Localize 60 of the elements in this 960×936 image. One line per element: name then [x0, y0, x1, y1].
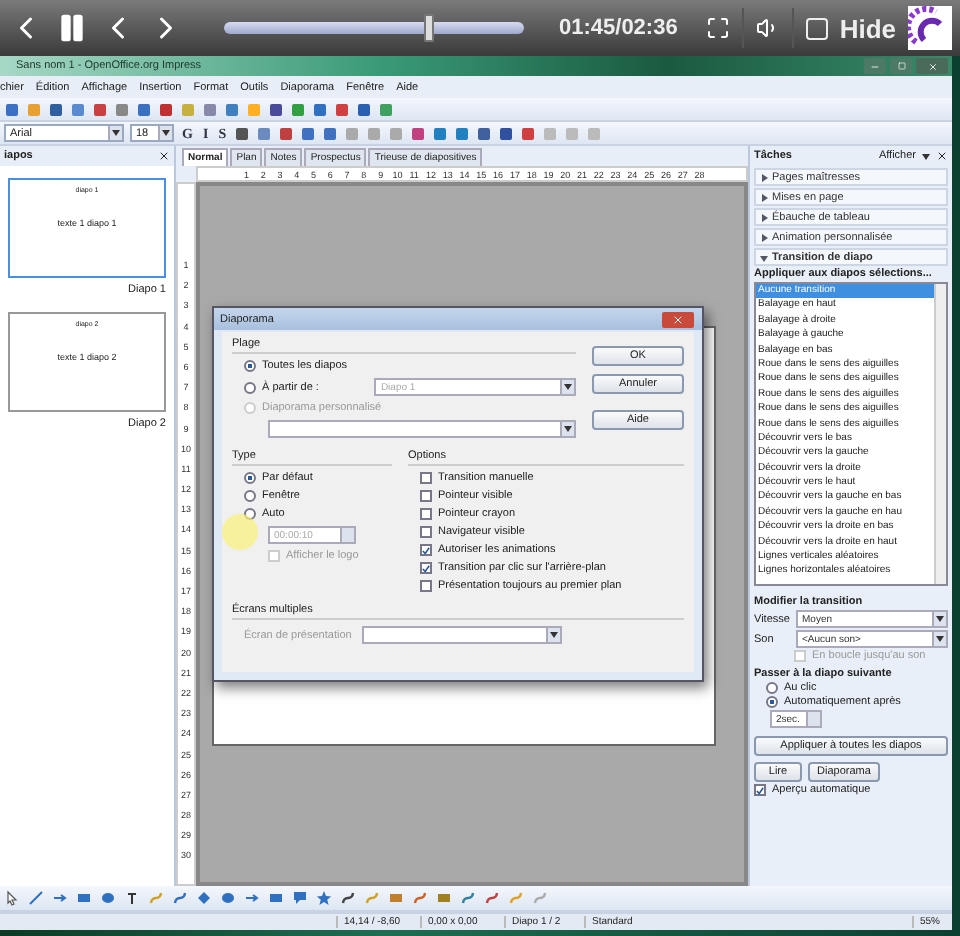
radio-button[interactable]: [766, 682, 778, 694]
presentation-screen-field[interactable]: [362, 626, 562, 644]
close-button[interactable]: [662, 311, 694, 327]
custom-slideshow-field[interactable]: [268, 420, 576, 438]
radio-button[interactable]: [244, 472, 256, 484]
volume-button[interactable]: [755, 16, 780, 40]
arrow-tool-icon[interactable]: [52, 890, 68, 906]
fullscreen-button[interactable]: [705, 16, 730, 40]
volume-icon: [755, 16, 780, 40]
rect-tool-icon[interactable]: [76, 890, 92, 906]
caret-icon: [550, 632, 558, 638]
checkbox[interactable]: [754, 784, 766, 796]
select-tool-icon[interactable]: [4, 890, 20, 906]
close-icon: [672, 313, 684, 325]
caret-icon: [922, 153, 930, 159]
circle-tool-icon[interactable]: [220, 890, 236, 906]
close-icon[interactable]: [158, 150, 170, 162]
checkbox[interactable]: [420, 472, 432, 484]
line-tool-icon[interactable]: [28, 890, 44, 906]
checkbox[interactable]: [420, 526, 432, 538]
triangle-icon: [760, 213, 768, 221]
radio-button[interactable]: [244, 381, 256, 393]
radio-button[interactable]: [766, 696, 778, 708]
caret-icon: [564, 426, 572, 432]
triangle-icon: [760, 253, 768, 261]
checkbox[interactable]: [420, 490, 432, 502]
diamond-tool-icon[interactable]: [196, 890, 212, 906]
star-tool-icon[interactable]: [316, 890, 332, 906]
cursor-highlight: [222, 514, 258, 550]
radio-button[interactable]: [244, 490, 256, 502]
checkbox[interactable]: [420, 508, 432, 520]
close-button[interactable]: [916, 58, 948, 74]
text-tool-icon[interactable]: [124, 890, 140, 906]
caret-icon: [112, 130, 120, 136]
triangle-icon: [760, 193, 768, 201]
progress-thumb[interactable]: [423, 14, 434, 42]
logo-icon: [908, 6, 952, 50]
checkbox[interactable]: [420, 544, 432, 556]
checkbox[interactable]: [420, 562, 432, 574]
playback-time: 01:45/02:36: [559, 16, 678, 40]
radio-button[interactable]: [244, 360, 256, 372]
maximize-icon: [897, 62, 905, 70]
caret-icon: [564, 384, 572, 390]
check-icon: [756, 785, 764, 795]
caret-icon: [936, 636, 944, 642]
ellipse-tool-icon[interactable]: [100, 890, 116, 906]
connector-tool-icon[interactable]: [172, 890, 188, 906]
fullscreen-icon: [705, 16, 730, 40]
callout-tool-icon[interactable]: [292, 890, 308, 906]
triangle-icon: [760, 233, 768, 241]
scrollbar[interactable]: [934, 284, 946, 584]
checkbox[interactable]: [420, 580, 432, 592]
caret-icon: [162, 130, 170, 136]
caret-icon: [936, 616, 944, 622]
play-pause-button[interactable]: [56, 12, 88, 44]
minimize-icon: [870, 61, 880, 71]
pause-icon: [56, 12, 88, 44]
triangle-icon: [760, 173, 768, 181]
close-icon[interactable]: [936, 150, 948, 162]
checkbox-label: Hide: [839, 13, 896, 43]
